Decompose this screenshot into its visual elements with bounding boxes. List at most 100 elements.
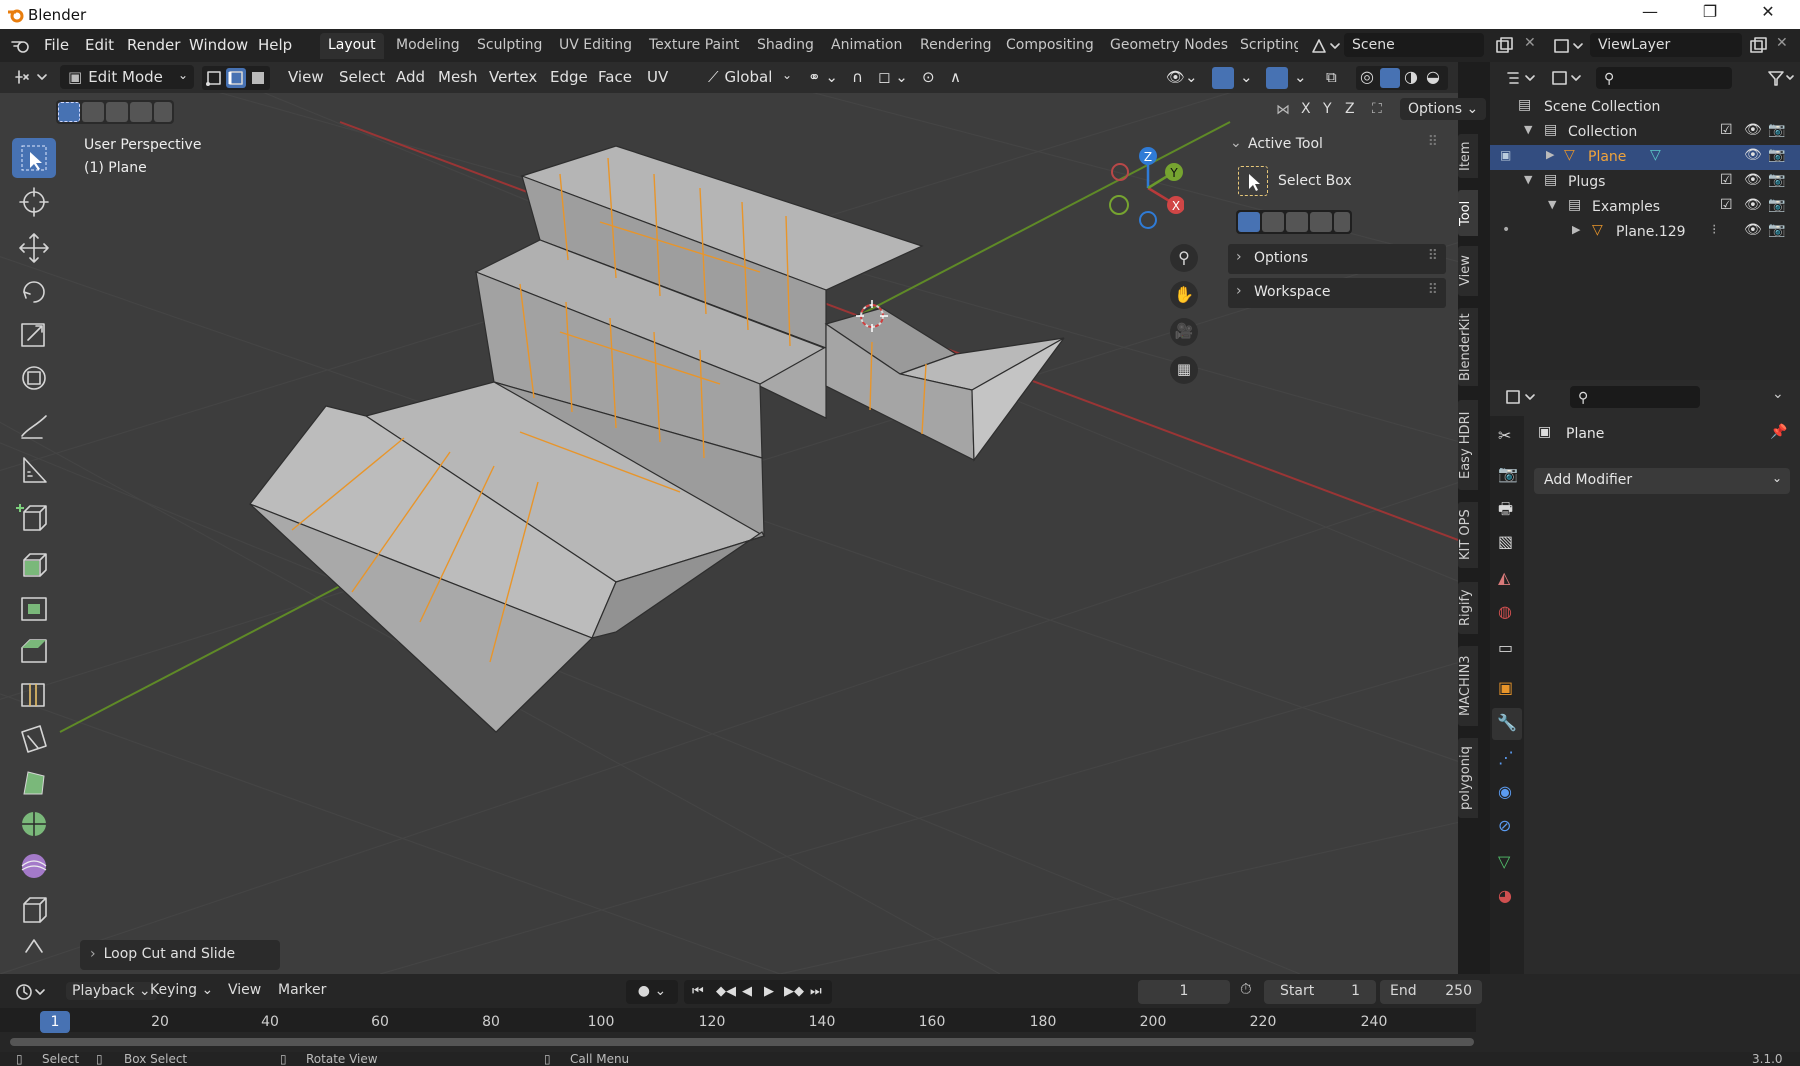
end-frame-field[interactable]: End 250	[1380, 980, 1482, 1004]
expand-arrow-icon[interactable]: ▼	[1548, 198, 1556, 211]
expand-arrow-icon[interactable]: ▶	[1572, 223, 1580, 236]
options-section[interactable]: › Options ⠿	[1228, 244, 1446, 274]
outliner-row-plane-129[interactable]: • ▶ ▽ Plane.129 ⁝ 👁 📷	[1490, 220, 1800, 245]
tool-tab-icon[interactable]: ✂	[1498, 426, 1511, 445]
transform-tool[interactable]	[12, 358, 56, 398]
annotate-tool[interactable]	[12, 406, 56, 446]
editor-type-icon[interactable]	[14, 67, 50, 87]
invert-selection-icon[interactable]	[130, 102, 152, 122]
mesh-object[interactable]	[249, 145, 1065, 733]
tab-scripting[interactable]: Scripting	[1232, 33, 1298, 59]
tab-shading[interactable]: Shading	[749, 33, 822, 59]
poly-build-tool[interactable]	[12, 762, 56, 802]
solid-shading-icon[interactable]	[1380, 68, 1400, 88]
xray-toggle-icon[interactable]: ⧉	[1326, 68, 1337, 86]
select-box-tool[interactable]	[12, 138, 56, 178]
particles-tab-icon[interactable]: ⋰	[1498, 748, 1514, 767]
shrink-fatten-tool[interactable]	[12, 890, 56, 930]
outliner-search-input[interactable]: ⚲	[1596, 67, 1732, 89]
expand-arrow-icon[interactable]: ▶	[1546, 148, 1554, 161]
loop-cut-tool[interactable]	[12, 674, 56, 714]
timeline-marker-menu[interactable]: Marker	[278, 982, 326, 998]
next-keyframe-icon[interactable]: ▶◆	[784, 980, 804, 1003]
rotate-tool[interactable]	[12, 272, 56, 312]
outliner-row-collection[interactable]: ▼ ▤ Collection ☑ 👁 📷	[1490, 120, 1800, 145]
jump-start-icon[interactable]: ⏮	[692, 980, 704, 1003]
outliner-row-plane[interactable]: ▣ ▶ ▽ Plane ▽ 👁 📷	[1490, 145, 1800, 170]
tool-subtract-icon[interactable]	[1286, 212, 1308, 232]
tab-sculpting[interactable]: Sculpting	[469, 33, 550, 59]
snap-icon[interactable]: ∩	[852, 68, 863, 86]
tab-layout[interactable]: Layout	[320, 33, 384, 59]
outliner-editor-type-icon[interactable]	[1504, 68, 1540, 88]
sidebar-tab-rigify[interactable]: Rigify	[1458, 582, 1478, 634]
tool-extend-icon[interactable]	[1262, 212, 1284, 232]
menu-file[interactable]: File	[44, 36, 69, 54]
tab-geometry-nodes[interactable]: Geometry Nodes	[1102, 33, 1236, 59]
sidebar-tab-blenderkit[interactable]: BlenderKit	[1458, 308, 1478, 386]
vp-menu-uv[interactable]: UV	[647, 68, 668, 86]
vp-menu-add[interactable]: Add	[396, 68, 425, 86]
properties-editor-type-icon[interactable]	[1504, 386, 1540, 408]
add-modifier-dropdown[interactable]: Add Modifier ⌄	[1534, 468, 1790, 494]
transform-orientation-dropdown[interactable]: ⟋ Global ⌄	[700, 65, 796, 89]
add-cube-tool[interactable]	[12, 498, 56, 538]
workspace-section[interactable]: › Workspace ⠿	[1228, 278, 1446, 308]
tool-set-new-icon[interactable]	[1238, 212, 1260, 232]
display-mode-icon[interactable]	[1550, 68, 1586, 88]
timeline-scrollbar[interactable]	[10, 1038, 1474, 1046]
smooth-tool[interactable]	[12, 846, 56, 886]
tab-modeling[interactable]: Modeling	[388, 33, 468, 59]
render-camera-icon[interactable]: 📷	[1768, 147, 1785, 163]
properties-search-input[interactable]: ⚲	[1570, 386, 1700, 408]
minimize-button[interactable]: —	[1628, 2, 1672, 27]
tool-intersect-icon[interactable]	[1334, 212, 1350, 232]
set-new-selection-icon[interactable]	[58, 102, 80, 122]
play-icon[interactable]: ▶	[764, 980, 774, 1003]
vp-menu-view[interactable]: View	[288, 68, 324, 86]
mode-dropdown[interactable]: ▣ Edit Mode ⌄	[60, 65, 194, 89]
scene-selector-icon[interactable]	[1310, 36, 1342, 56]
timeline-view-menu[interactable]: View	[228, 982, 261, 998]
visibility-eye-icon[interactable]: 👁	[1744, 197, 1762, 213]
close-button[interactable]: ✕	[1746, 2, 1790, 27]
drag-handle-icon[interactable]: ⠿	[1428, 134, 1438, 150]
chevron-down-icon[interactable]: ⌄	[1772, 386, 1784, 402]
bevel-tool[interactable]	[12, 630, 56, 670]
outliner-row-scene-collection[interactable]: ▤ Scene Collection	[1490, 95, 1800, 120]
navigation-gizmo[interactable]: Z X Y	[1104, 140, 1185, 230]
visibility-eye-icon[interactable]: 👁	[1744, 122, 1762, 138]
expand-arrow-icon[interactable]: ▼	[1524, 123, 1532, 136]
blender-menu-icon[interactable]	[10, 36, 32, 56]
vp-menu-mesh[interactable]: Mesh	[438, 68, 478, 86]
tab-animation[interactable]: Animation	[823, 33, 910, 59]
subtract-selection-icon[interactable]	[106, 102, 128, 122]
exclude-checkbox[interactable]: ☑	[1720, 122, 1733, 138]
proportional-editing-icon[interactable]: ⊙	[922, 68, 935, 86]
scene-tab-icon[interactable]: ◭	[1498, 568, 1510, 587]
visibility-eye-icon[interactable]: 👁	[1744, 172, 1762, 188]
visibility-eye-icon[interactable]: 👁	[1744, 222, 1762, 238]
render-camera-icon[interactable]: 📷	[1768, 197, 1785, 213]
scale-tool[interactable]	[12, 314, 56, 354]
tab-rendering[interactable]: Rendering	[912, 33, 1000, 59]
menu-edit[interactable]: Edit	[85, 36, 114, 54]
start-frame-field[interactable]: Start 1	[1264, 980, 1376, 1004]
timeline-editor-type-icon[interactable]	[14, 982, 50, 1002]
spin-tool[interactable]	[12, 804, 56, 844]
perspective-toggle-icon[interactable]: ▦	[1170, 356, 1198, 384]
constraints-tab-icon[interactable]: ⊘	[1498, 816, 1511, 835]
wireframe-shading-icon[interactable]: ◎	[1360, 67, 1374, 86]
overlays-toggle-icon[interactable]	[1266, 67, 1288, 89]
view-layer-tab-icon[interactable]: ▧	[1498, 532, 1513, 551]
filter-icon[interactable]	[1766, 68, 1796, 88]
current-frame-field[interactable]: 1	[1138, 980, 1230, 1004]
measure-tool[interactable]	[12, 450, 56, 490]
vp-menu-face[interactable]: Face	[598, 68, 632, 86]
sidebar-tab-polygoniq[interactable]: polygoniq	[1458, 738, 1478, 818]
delete-view-layer-icon[interactable]: ✕	[1776, 35, 1788, 51]
stopwatch-icon[interactable]: ⏱	[1240, 980, 1252, 998]
auto-keying-toggle[interactable]: ● ⌄	[626, 980, 678, 1004]
pin-icon[interactable]: 📌	[1770, 424, 1787, 440]
active-tool-header[interactable]: ⌄ Active Tool ⠿	[1228, 130, 1446, 160]
